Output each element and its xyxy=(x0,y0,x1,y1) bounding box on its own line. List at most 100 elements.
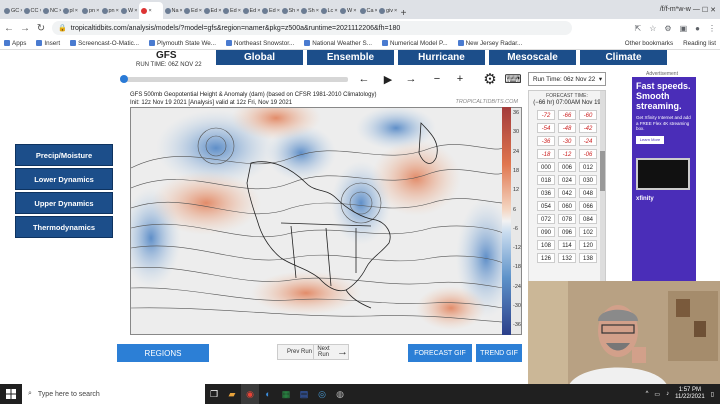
bookmark-item[interactable]: Insert xyxy=(36,40,60,47)
tab-close-icon[interactable]: × xyxy=(75,8,78,14)
forecast-hour-button[interactable]: 114 xyxy=(558,240,576,250)
ad-learn-more-button[interactable]: Learn More xyxy=(636,135,664,144)
step-forward-icon[interactable]: → xyxy=(401,71,421,87)
browser-tab[interactable]: Ed × xyxy=(182,2,202,19)
bookmark-item[interactable]: New Jersey Radar... xyxy=(457,40,522,47)
forecast-hour-button[interactable]: 060 xyxy=(558,201,576,211)
nav-mesoscale[interactable]: Mesoscale xyxy=(489,50,576,65)
network-icon[interactable]: ▭ xyxy=(654,391,660,398)
browser-tab[interactable]: Na × xyxy=(163,2,182,19)
forecast-hour-button[interactable]: 066 xyxy=(579,201,597,211)
menu-thermodynamics[interactable]: Thermodynamics xyxy=(15,216,113,238)
bookmark-item[interactable]: Northeast Snowstor... xyxy=(226,40,294,47)
forecast-hour-button[interactable]: 078 xyxy=(558,214,576,224)
maximize-icon[interactable]: ☐ xyxy=(702,6,708,14)
faster-icon[interactable]: + xyxy=(450,71,470,87)
forecast-hour-button[interactable]: 096 xyxy=(558,227,576,237)
clock[interactable]: 1:57 PM 11/22/2021 xyxy=(675,387,705,401)
forecast-hour-button[interactable]: 102 xyxy=(579,227,597,237)
tab-close-icon[interactable]: × xyxy=(134,8,137,14)
nav-ensemble[interactable]: Ensemble xyxy=(307,50,394,65)
browser-tab[interactable]: Sh × xyxy=(280,2,299,19)
forecast-hour-button[interactable]: -48 xyxy=(558,123,576,133)
browser-tab[interactable]: Ed × xyxy=(221,2,241,19)
bookmark-item[interactable]: Apps xyxy=(4,40,26,47)
app-icon[interactable]: ◍ xyxy=(331,384,349,404)
browser-tab[interactable]: Ed × xyxy=(260,2,280,19)
forecast-hour-button[interactable]: -18 xyxy=(537,149,555,159)
tab-close-icon[interactable]: × xyxy=(353,8,356,14)
forecast-hour-button[interactable]: -30 xyxy=(558,136,576,146)
slower-icon[interactable]: − xyxy=(427,71,447,87)
browser-tab[interactable]: pn × xyxy=(100,2,120,19)
file-explorer-icon[interactable]: ▰ xyxy=(223,384,241,404)
forecast-hour-button[interactable]: 006 xyxy=(558,162,576,172)
bookmark-item[interactable]: Screencast-O-Matic... xyxy=(70,40,139,47)
forecast-hour-button[interactable]: 132 xyxy=(558,253,576,263)
forward-icon[interactable]: → xyxy=(20,23,30,34)
star-icon[interactable]: ☆ xyxy=(649,24,656,33)
forecast-hour-button[interactable]: -72 xyxy=(537,110,555,120)
animation-slider-thumb[interactable] xyxy=(120,75,128,83)
forecast-hour-button[interactable]: 000 xyxy=(537,162,555,172)
menu-upper-dynamics[interactable]: Upper Dynamics xyxy=(15,192,113,214)
close-icon[interactable]: ✕ xyxy=(710,6,716,14)
url-field[interactable]: 🔒 tropicaltidbits.com/analysis/models/?m… xyxy=(52,21,572,35)
forecast-hour-button[interactable]: 048 xyxy=(579,188,597,198)
browser-tab[interactable]: pn × xyxy=(80,2,100,19)
browser-tab[interactable]: W × xyxy=(119,2,139,19)
keyboard-icon[interactable]: ⌨ xyxy=(503,71,523,87)
zoom-icon[interactable]: ◎ xyxy=(313,384,331,404)
browser-tab[interactable]: GC× xyxy=(2,2,22,19)
forecast-hour-button[interactable]: 030 xyxy=(579,175,597,185)
browser-tab[interactable]: Lc × xyxy=(319,2,339,19)
new-tab-icon[interactable]: + xyxy=(397,8,411,19)
forecast-hour-button[interactable]: 090 xyxy=(537,227,555,237)
browser-tab[interactable]: Ed × xyxy=(241,2,260,19)
avatar[interactable]: ● xyxy=(695,24,700,33)
forecast-hour-button[interactable]: -06 xyxy=(579,149,597,159)
browser-tab[interactable]: CC× xyxy=(22,2,41,19)
bookmark-item[interactable]: National Weather S... xyxy=(304,40,372,47)
forecast-hour-button[interactable]: 018 xyxy=(537,175,555,185)
forecast-hour-button[interactable]: -54 xyxy=(537,123,555,133)
forecast-hour-button[interactable]: 120 xyxy=(579,240,597,250)
reading-list[interactable]: Reading list xyxy=(683,40,716,47)
forecast-hour-button[interactable]: -12 xyxy=(558,149,576,159)
minimize-icon[interactable]: — xyxy=(693,6,700,13)
browser-tab[interactable]: × xyxy=(138,2,163,19)
word-icon[interactable]: ▤ xyxy=(295,384,313,404)
bookmark-item[interactable]: Plymouth State We... xyxy=(149,40,216,47)
forecast-hour-button[interactable]: 126 xyxy=(537,253,555,263)
browser-tab[interactable]: giv × xyxy=(377,2,397,19)
forecast-hour-button[interactable]: 042 xyxy=(558,188,576,198)
browser-tab[interactable]: Ca × xyxy=(358,2,377,19)
forecast-hour-button[interactable]: 138 xyxy=(579,253,597,263)
edge-icon[interactable]: ◐ xyxy=(259,384,277,404)
nav-global[interactable]: Global xyxy=(216,50,303,65)
forecast-hour-button[interactable]: 072 xyxy=(537,214,555,224)
settings-gear-icon[interactable]: ⚙ xyxy=(480,71,500,88)
extensions-icon[interactable]: ⚙ xyxy=(664,24,671,33)
forecast-hour-button[interactable]: -42 xyxy=(579,123,597,133)
animation-slider-track[interactable] xyxy=(120,77,348,82)
reload-icon[interactable]: ↻ xyxy=(36,23,46,34)
next-run-button[interactable]: Next Run → xyxy=(313,344,349,360)
trend-gif-button[interactable]: TREND GIF xyxy=(476,344,522,362)
chevron-up-icon[interactable]: ^ xyxy=(646,391,649,397)
forecast-hour-button[interactable]: 012 xyxy=(579,162,597,172)
regions-button[interactable]: REGIONS xyxy=(117,344,209,362)
forecast-hour-button[interactable]: 084 xyxy=(579,214,597,224)
notifications-icon[interactable]: ▯ xyxy=(711,391,714,398)
share-icon[interactable]: ⇱ xyxy=(635,24,642,33)
forecast-hour-button[interactable]: -36 xyxy=(537,136,555,146)
forecast-hour-button[interactable]: -60 xyxy=(579,110,597,120)
browser-tab[interactable]: Ed × xyxy=(202,2,221,19)
step-back-icon[interactable]: ← xyxy=(354,71,374,87)
nav-climate[interactable]: Climate xyxy=(580,50,667,65)
forecast-hour-button[interactable]: 054 xyxy=(537,201,555,211)
forecast-hour-button[interactable]: -24 xyxy=(579,136,597,146)
bookmark-item[interactable]: Numerical Model P... xyxy=(381,40,448,47)
taskbar-search[interactable]: ⌕ Type here to search xyxy=(22,384,205,404)
run-time-select[interactable]: Run Time: 06z Nov 22 ▾ xyxy=(528,72,606,86)
